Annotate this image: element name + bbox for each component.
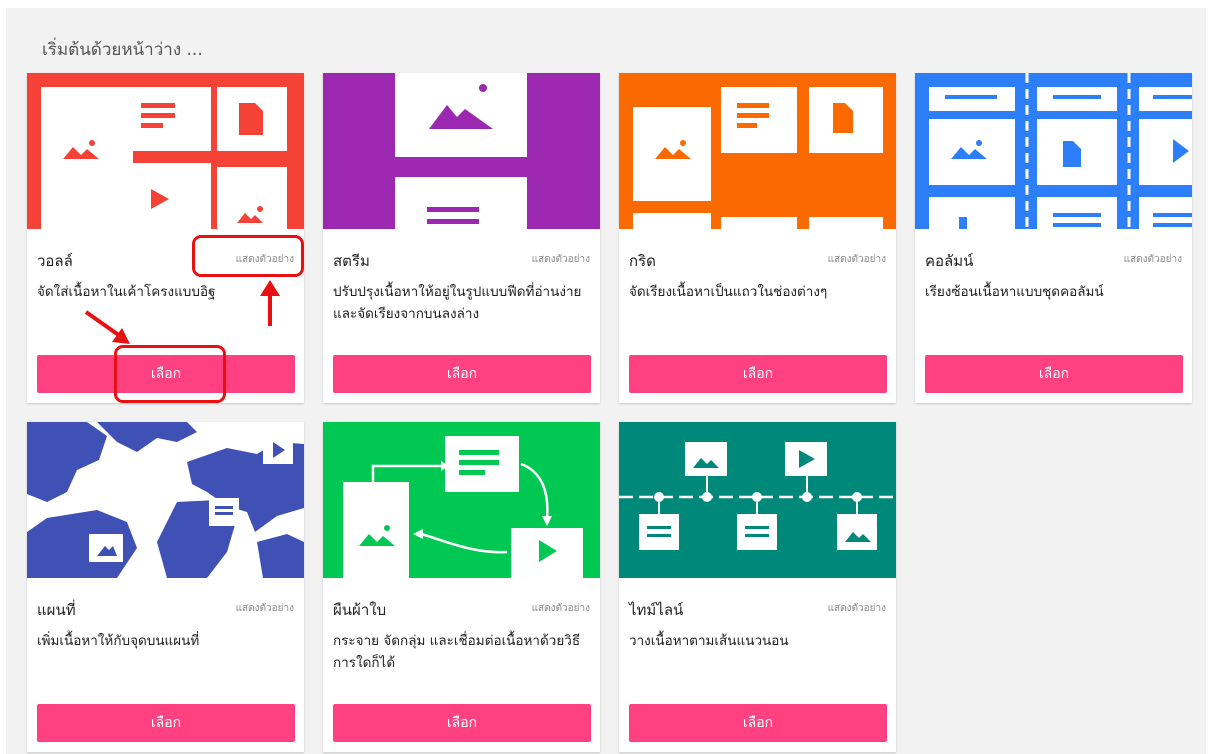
card-description: ปรับปรุงเนื้อหาให้อยู่ในรูปแบบฟีดที่อ่าน… xyxy=(333,284,582,322)
card-description: จัดเรียงเนื้อหาเป็นแถวในช่องต่างๆ xyxy=(629,284,828,300)
card-grid: กริด แสดงตัวอย่าง จัดเรียงเนื้อหาเป็นแถว… xyxy=(619,73,896,403)
preview-link[interactable]: แสดงตัวอย่าง xyxy=(532,601,590,616)
preview-link[interactable]: แสดงตัวอย่าง xyxy=(828,252,886,267)
card-map: แผนที่ แสดงตัวอย่าง เพิ่มเนื้อหาให้กับจุ… xyxy=(27,422,304,752)
card-wall: วอลล์ แสดงตัวอย่าง จัดใส่เนื้อหาในเค้าโค… xyxy=(27,73,304,403)
timeline-illustration xyxy=(619,422,896,578)
card-title: สตรีม xyxy=(333,252,370,270)
wall-illustration xyxy=(27,73,304,229)
card-timeline: ไทม์ไลน์ แสดงตัวอย่าง วางเนื้อหาตามเส้นแ… xyxy=(619,422,896,752)
card-description: กระจาย จัดกลุ่ม และเชื่อมต่อเนื้อหาด้วยว… xyxy=(333,633,581,671)
canvas-illustration xyxy=(323,422,600,578)
stream-thumbnail xyxy=(323,73,600,229)
select-button[interactable]: เลือก xyxy=(333,704,591,742)
columns-illustration xyxy=(915,73,1192,229)
card-title: ไทม์ไลน์ xyxy=(629,601,684,619)
preview-link[interactable]: แสดงตัวอย่าง xyxy=(236,252,294,267)
wall-thumbnail xyxy=(27,73,304,229)
select-button[interactable]: เลือก xyxy=(629,704,887,742)
select-button[interactable]: เลือก xyxy=(37,355,295,393)
card-description: วางเนื้อหาตามเส้นแนวนอน xyxy=(629,633,789,649)
card-canvas: ผืนผ้าใบ แสดงตัวอย่าง กระจาย จัดกลุ่ม แล… xyxy=(323,422,600,752)
card-title: คอลัมน์ xyxy=(925,252,974,270)
card-description: เรียงซ้อนเนื้อหาแบบชุดคอลัมน์ xyxy=(925,284,1104,300)
card-description: เพิ่มเนื้อหาให้กับจุดบนแผนที่ xyxy=(37,633,200,649)
section-heading: เริ่มต้นด้วยหน้าว่าง ... xyxy=(42,40,203,60)
card-columns: คอลัมน์ แสดงตัวอย่าง เรียงซ้อนเนื้อหาแบบ… xyxy=(915,73,1192,403)
preview-link[interactable]: แสดงตัวอย่าง xyxy=(236,601,294,616)
preview-link[interactable]: แสดงตัวอย่าง xyxy=(532,252,590,267)
grid-thumbnail xyxy=(619,73,896,229)
card-title: ผืนผ้าใบ xyxy=(333,601,387,619)
columns-thumbnail xyxy=(915,73,1192,229)
card-title: กริด xyxy=(629,252,656,270)
preview-link[interactable]: แสดงตัวอย่าง xyxy=(828,601,886,616)
select-button[interactable]: เลือก xyxy=(333,355,591,393)
preview-link[interactable]: แสดงตัวอย่าง xyxy=(1124,252,1182,267)
map-illustration xyxy=(27,422,304,578)
map-thumbnail xyxy=(27,422,304,578)
card-description: จัดใส่เนื้อหาในเค้าโครงแบบอิฐ xyxy=(37,284,216,300)
card-title: แผนที่ xyxy=(37,601,76,619)
card-stream: สตรีม แสดงตัวอย่าง ปรับปรุงเนื้อหาให้อยู… xyxy=(323,73,600,403)
select-button[interactable]: เลือก xyxy=(37,704,295,742)
timeline-thumbnail xyxy=(619,422,896,578)
card-title: วอลล์ xyxy=(37,252,73,270)
stream-illustration xyxy=(323,73,600,229)
grid-illustration xyxy=(619,73,896,229)
select-button[interactable]: เลือก xyxy=(925,355,1183,393)
canvas-thumbnail xyxy=(323,422,600,578)
select-button[interactable]: เลือก xyxy=(629,355,887,393)
